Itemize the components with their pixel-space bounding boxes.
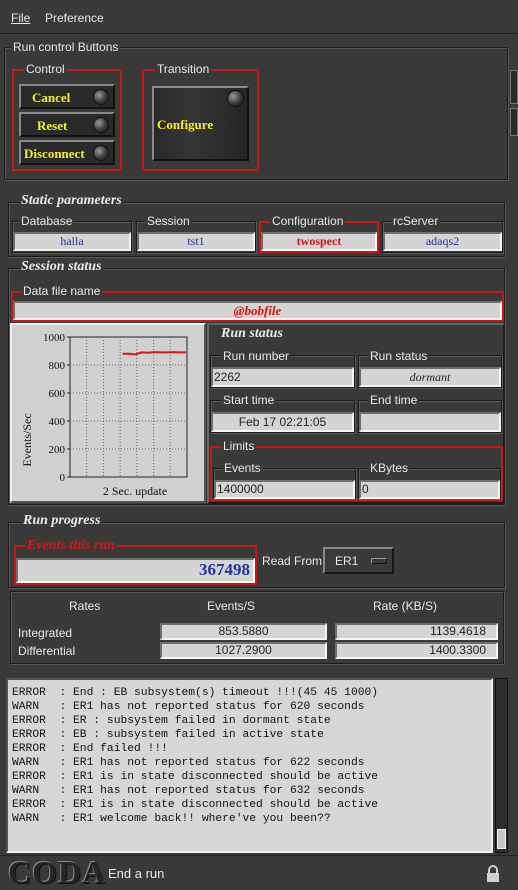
configure-label: Configure xyxy=(157,117,214,132)
run-number-field: 2262 xyxy=(211,367,354,387)
datafile-label: Data file name xyxy=(21,284,103,298)
differential-label: Differential xyxy=(18,644,76,658)
log-line: ERROR : ER1 is in state disconnected sho… xyxy=(12,771,379,783)
y-tick-label: 800 xyxy=(49,360,66,372)
option-menu-indicator-icon xyxy=(371,558,387,564)
control-title: Control xyxy=(24,62,67,76)
y-tick-label: 200 xyxy=(49,444,66,456)
run-control-title: Run control Buttons xyxy=(11,40,121,54)
session-status-title: Session status xyxy=(19,259,104,275)
configuration-field: twospect xyxy=(261,232,377,251)
coda-logo: CODA xyxy=(8,854,107,890)
events-this-run-label: Events this run xyxy=(25,538,117,554)
cancel-label: Cancel xyxy=(32,90,71,105)
limit-kbytes-field[interactable]: 0 xyxy=(359,480,500,499)
run-state-field: dormant xyxy=(359,367,501,387)
run-state-label: Run status xyxy=(368,349,430,363)
integrated-rate-field: 1139.4618 xyxy=(335,623,498,640)
disconnect-label: Disconnect xyxy=(24,146,85,161)
session-label: Session xyxy=(145,214,192,228)
side-scroll-stub[interactable] xyxy=(510,70,518,104)
y-tick-label: 0 xyxy=(60,472,66,484)
rate-kb-header: Rate (KB/S) xyxy=(373,599,438,613)
menu-preference[interactable]: Preference xyxy=(45,11,104,25)
static-params-title: Static parameters xyxy=(19,193,124,209)
log-scrollbar[interactable] xyxy=(495,678,508,853)
menu-file[interactable]: File xyxy=(11,11,30,25)
event-rate-chart: 1000 800 600 400 200 0 Events/Sec 2 Sec. upda… xyxy=(10,323,206,503)
read-from-label: Read From: xyxy=(262,554,326,568)
run-number-label: Run number xyxy=(221,349,292,363)
start-time-field: Feb 17 02:21:05 xyxy=(211,412,354,432)
integrated-events-field: 853.5880 xyxy=(160,623,327,640)
events-per-sec-header: Events/S xyxy=(207,599,256,613)
chart-xlabel: 2 Sec. update xyxy=(103,484,167,498)
datafile-field: @bobfile xyxy=(13,301,502,320)
log-scrollbar-thumb[interactable] xyxy=(497,829,506,849)
database-field: halla xyxy=(13,232,131,251)
events-this-run-field: 367498 xyxy=(16,558,255,583)
start-time-label: Start time xyxy=(221,393,277,407)
series-line xyxy=(122,351,186,356)
run-progress-title: Run progress xyxy=(21,513,103,529)
log-line: WARN : ER1 has not reported status for 6… xyxy=(12,785,365,797)
y-tick-label: 1000 xyxy=(43,332,66,344)
y-tick-label: 400 xyxy=(49,416,66,428)
configure-led-icon xyxy=(227,90,244,107)
differential-events-field: 1027.2900 xyxy=(160,642,327,659)
cancel-led-icon xyxy=(93,89,109,105)
configuration-label: Configuration xyxy=(270,214,346,228)
log-line: ERROR : EB : subsystem failed in active … xyxy=(12,729,324,741)
log-lines: ERROR : End : EB subsystem(s) timeout !!… xyxy=(12,686,378,826)
log-line: ERROR : ER1 is in state disconnected sho… xyxy=(12,799,379,811)
side-scroll-stub-2[interactable] xyxy=(510,108,518,136)
log-line: ERROR : End : EB subsystem(s) timeout !!… xyxy=(12,687,379,699)
log-line: WARN : ER1 welcome back!! where've you b… xyxy=(12,813,331,825)
limit-events-field[interactable]: 1400000 xyxy=(214,480,355,499)
reset-button[interactable]: Reset xyxy=(19,112,115,137)
limits-label: Limits xyxy=(221,439,257,453)
transition-title: Transition xyxy=(155,62,212,76)
lock-icon xyxy=(486,865,500,883)
footer-bar: CODA End a run xyxy=(0,854,518,890)
log-line: WARN : ER1 has not reported status for 6… xyxy=(12,757,365,769)
y-tick-label: 600 xyxy=(49,388,66,400)
differential-rate-field: 1400.3300 xyxy=(335,642,498,659)
menu-bar: File Preference xyxy=(0,0,518,34)
reset-label: Reset xyxy=(37,118,68,133)
run-status-title: Run status xyxy=(219,326,285,342)
read-from-value: ER1 xyxy=(335,554,359,568)
log-line: WARN : ER1 has not reported status for 6… xyxy=(12,701,365,713)
chart-ylabel: Events/Sec xyxy=(20,413,34,466)
plot-frame xyxy=(69,336,188,478)
rcserver-field: adaqs2 xyxy=(383,232,502,251)
rates-header: Rates xyxy=(69,599,101,613)
disconnect-led-icon xyxy=(93,145,109,161)
log-line: ERROR : End failed !!! xyxy=(12,743,168,755)
event-rate-plot: 1000 800 600 400 200 0 Events/Sec 2 Sec. upda… xyxy=(20,332,188,498)
rcserver-label: rcServer xyxy=(391,214,441,228)
configure-button[interactable]: Configure xyxy=(152,86,249,161)
session-field: tst1 xyxy=(137,232,255,251)
log-line: ERROR : ER : subsystem failed in dormant… xyxy=(12,715,331,727)
message-log[interactable]: ERROR : End : EB subsystem(s) timeout !!… xyxy=(6,678,493,853)
reset-led-icon xyxy=(93,117,109,133)
integrated-label: Integrated xyxy=(18,626,73,640)
cancel-button[interactable]: Cancel xyxy=(19,84,115,109)
read-from-select[interactable]: ER1 xyxy=(323,547,394,574)
limit-events-label: Events xyxy=(222,461,263,475)
limit-kbytes-label: KBytes xyxy=(368,461,411,475)
status-message: End a run xyxy=(108,866,165,881)
disconnect-button[interactable]: Disconnect xyxy=(19,140,115,165)
database-label: Database xyxy=(19,214,75,228)
end-time-label: End time xyxy=(368,393,420,407)
end-time-field xyxy=(359,412,501,432)
